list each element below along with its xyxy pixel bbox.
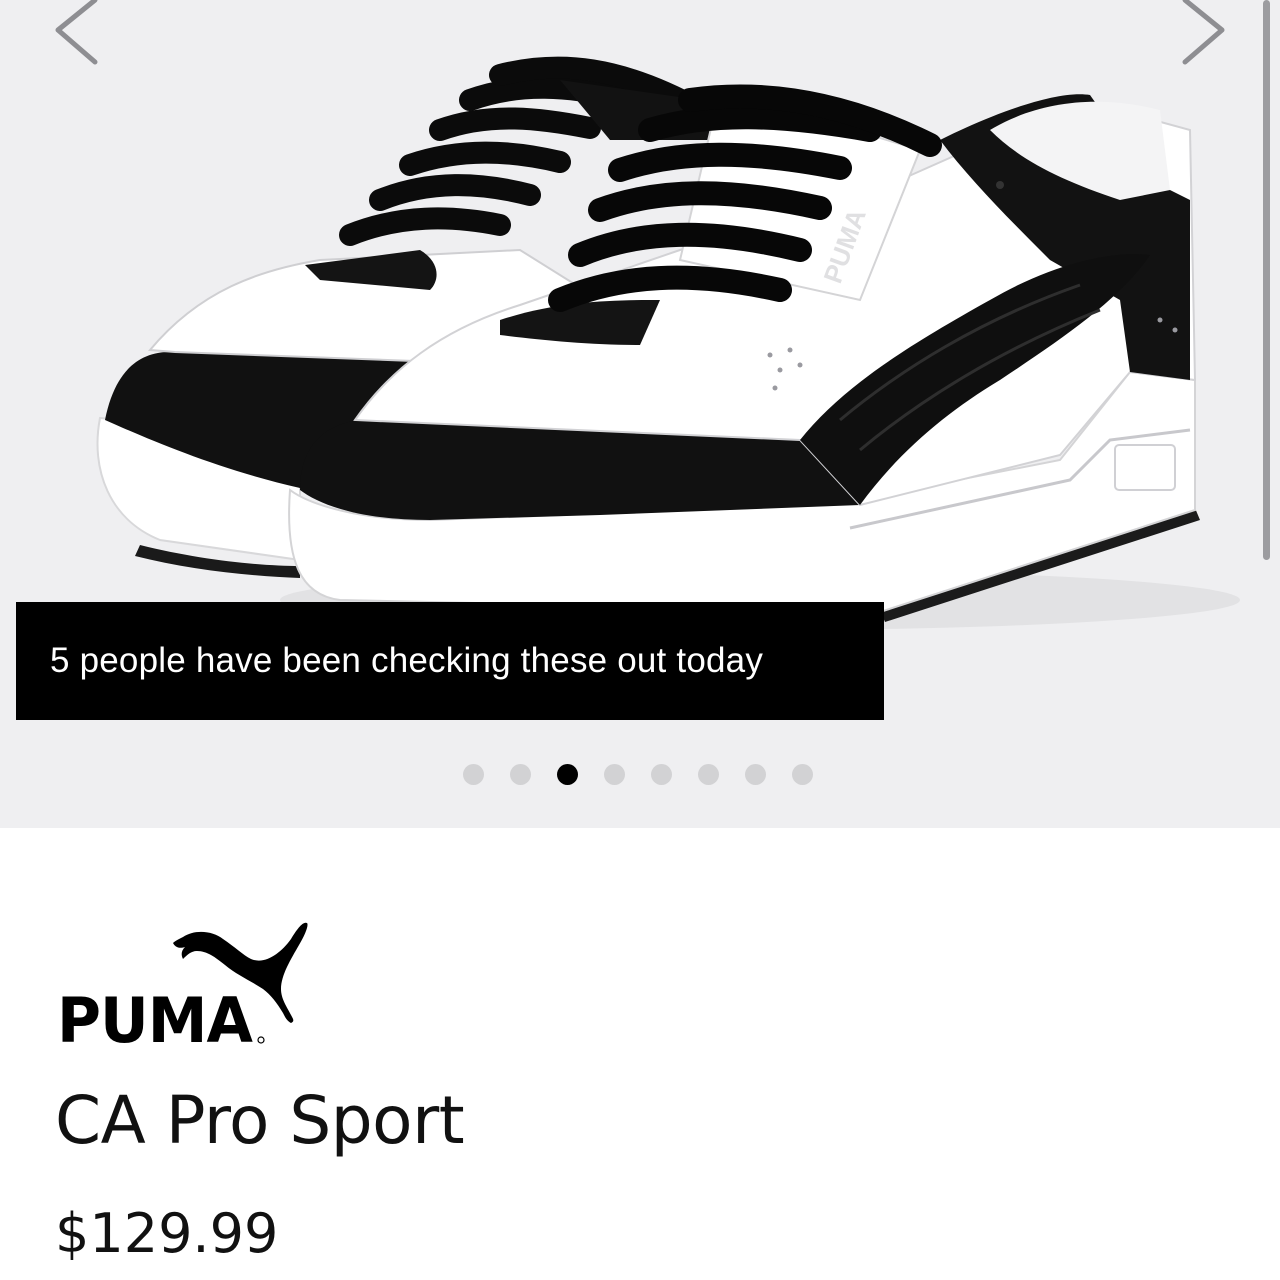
brand-logo[interactable]: PUMA xyxy=(55,915,325,1057)
pagination-dot-1[interactable] xyxy=(463,764,484,785)
pagination-dot-2[interactable] xyxy=(510,764,531,785)
social-proof-text: 5 people have been checking these out to… xyxy=(50,641,764,680)
pagination-dot-7[interactable] xyxy=(745,764,766,785)
next-image-button[interactable] xyxy=(1170,0,1240,80)
product-title: CA Pro Sport xyxy=(55,1082,465,1159)
social-proof-banner: 5 people have been checking these out to… xyxy=(16,602,884,720)
scrollbar[interactable] xyxy=(1256,0,1280,828)
previous-image-button[interactable] xyxy=(40,0,110,80)
pagination-dot-4[interactable] xyxy=(604,764,625,785)
product-price: $129.99 xyxy=(55,1202,279,1265)
pagination-dot-6[interactable] xyxy=(698,764,719,785)
chevron-left-icon xyxy=(55,0,98,65)
puma-logo: PUMA xyxy=(57,922,308,1057)
gallery-pagination xyxy=(463,764,813,788)
pagination-dot-3[interactable] xyxy=(557,764,578,785)
chevron-right-icon xyxy=(1182,0,1225,65)
brand-wordmark: PUMA xyxy=(57,984,253,1055)
pagination-dot-5[interactable] xyxy=(651,764,672,785)
product-image-gallery[interactable]: PUMA 5 people have been checking these o… xyxy=(0,0,1280,828)
pagination-dot-8[interactable] xyxy=(792,764,813,785)
scrollbar-thumb[interactable] xyxy=(1263,0,1270,560)
product-page: PUMA 5 people have been checking these o… xyxy=(0,0,1280,1280)
